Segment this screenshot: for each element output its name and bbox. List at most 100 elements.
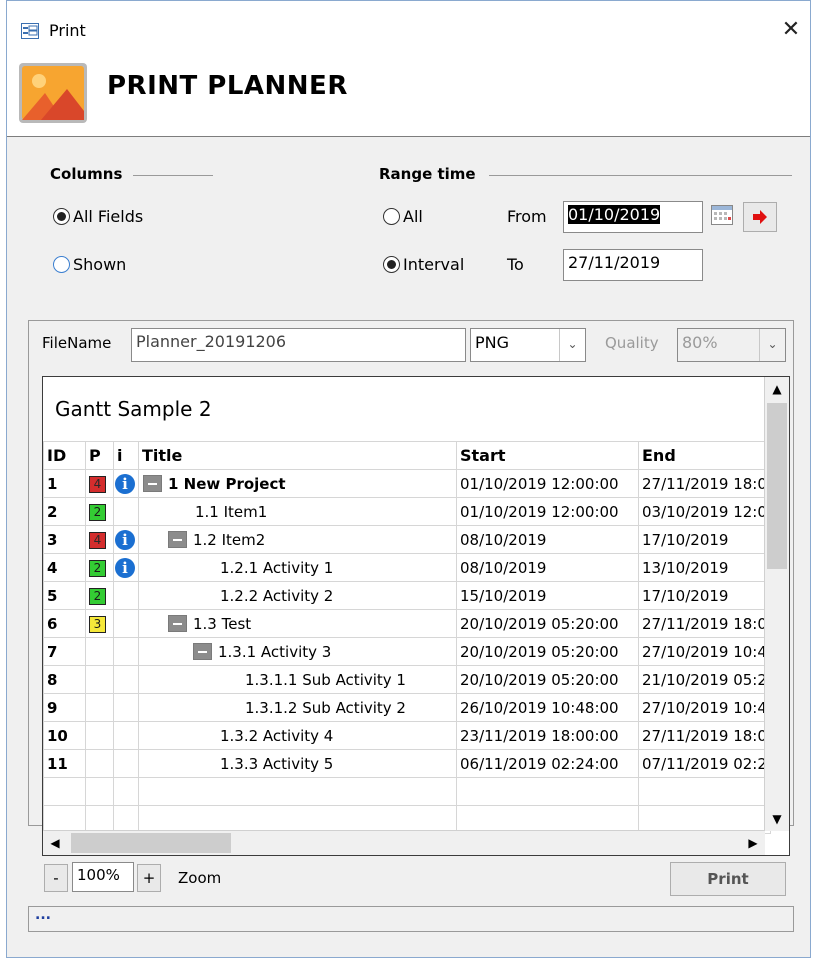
cell-end: 07/11/2019 02:2 [638,749,771,778]
cell-priority [85,693,114,722]
scroll-up-icon[interactable]: ▲ [765,377,789,401]
empty-row [43,777,771,806]
table-row[interactable]: 5 2 1.2.2 Activity 2 15/10/2019 17/10/2019 [43,581,771,610]
radio-interval-label: Interval [403,255,465,274]
table-row[interactable]: 3 4 i 1.2 Item2 08/10/2019 17/10/2019 [43,525,771,554]
col-header-priority[interactable]: P [85,441,114,470]
empty-cell [43,777,86,806]
collapse-icon[interactable] [168,614,187,632]
filename-input[interactable]: Planner_20191206 [131,328,466,362]
cell-start: 15/10/2019 [456,581,639,610]
empty-cell [456,777,639,806]
info-icon[interactable]: i [115,557,135,578]
quality-value: 80% [682,333,718,352]
cell-priority [85,665,114,694]
radio-all-fields-dot[interactable] [53,208,70,225]
from-date-value: 01/10/2019 [568,205,661,224]
cell-title: 1.3.1.2 Sub Activity 2 [138,693,457,722]
table-row[interactable]: 8 1.3.1.1 Sub Activity 1 20/10/2019 05:20:… [43,665,771,694]
cell-start: 01/10/2019 12:00:00 [456,497,639,526]
radio-range-all-dot[interactable] [383,208,400,225]
cell-priority: 4 [85,525,114,554]
col-header-start[interactable]: Start [456,441,639,470]
table-header-row: ID P i Title Start End [43,441,771,470]
table-row[interactable]: 9 1.3.1.2 Sub Activity 2 26/10/2019 10:48:… [43,693,771,722]
col-header-end[interactable]: End [638,441,771,470]
cell-priority: 4 [85,469,114,498]
collapse-icon[interactable] [168,530,187,548]
radio-interval[interactable]: Interval [383,255,464,274]
to-date-input[interactable]: 27/11/2019 [563,249,703,281]
preview-title: Gantt Sample 2 [55,397,212,421]
task-title: 1.2.1 Activity 1 [220,558,334,577]
priority-badge: 3 [89,616,106,633]
zoom-input[interactable]: 100% [72,862,134,892]
print-button[interactable]: Print [670,862,786,896]
page-title: PRINT PLANNER [107,71,348,101]
vertical-scrollbar[interactable]: ▲ ▼ [764,377,789,831]
zoom-out-button[interactable]: - [44,864,68,892]
col-header-info[interactable]: i [113,441,139,470]
radio-shown[interactable]: Shown [53,255,126,274]
table-row[interactable]: 7 1.3.1 Activity 3 20/10/2019 05:20:00 27/1… [43,637,771,666]
table-row[interactable]: 2 2 1.1 Item1 01/10/2019 12:00:00 03/10/2019… [43,497,771,526]
table-row[interactable]: 14i 1 New Project 01/10/2019 12:00:00 27/11… [43,469,771,498]
scroll-left-icon[interactable]: ◀ [43,831,67,855]
table-row[interactable]: 10 1.3.2 Activity 4 23/11/2019 18:00:00 27/… [43,721,771,750]
table-row[interactable]: 11 1.3.3 Activity 5 06/11/2019 02:24:00 07/… [43,749,771,778]
zoom-in-button[interactable]: + [137,864,161,892]
cell-title: 1.3.3 Activity 5 [138,749,457,778]
cell-end: 21/10/2019 05:2 [638,665,771,694]
scroll-down-icon[interactable]: ▼ [765,807,789,831]
form-icon [21,23,39,39]
info-icon[interactable]: i [115,529,135,550]
info-icon[interactable]: i [115,473,135,494]
from-date-input[interactable]: 01/10/2019 [563,201,703,233]
apply-range-button[interactable] [743,202,777,232]
cell-priority: 3 [85,609,114,638]
cell-title: 1.3.2 Activity 4 [138,721,457,750]
chevron-down-icon[interactable]: ⌄ [559,329,585,361]
cell-id: 5 [43,581,86,610]
cell-start: 06/11/2019 02:24:00 [456,749,639,778]
cell-id: 3 [43,525,86,554]
task-title: 1.2.2 Activity 2 [220,586,334,605]
cell-end: 17/10/2019 [638,581,771,610]
priority-badge: 2 [89,588,106,605]
task-title: 1.3.1.1 Sub Activity 1 [245,670,406,689]
collapse-icon[interactable] [143,474,162,492]
empty-cell [113,777,139,806]
cell-priority [85,749,114,778]
task-title: 1 New Project [168,474,286,493]
format-value: PNG [475,333,510,352]
table-body: 14i1 New Project 01/10/2019 12:00:00 27/11… [43,469,771,834]
radio-interval-dot[interactable] [383,256,400,273]
table-row[interactable]: 6 3 1.3 Test 20/10/2019 05:20:00 27/11/2019 … [43,609,771,638]
cell-end: 27/10/2019 10:4 [638,637,771,666]
range-divider [489,175,792,176]
cell-title: 1.2.2 Activity 2 [138,581,457,610]
radio-all-fields-label: All Fields [73,207,144,226]
cell-info [113,609,139,638]
horizontal-scrollbar[interactable]: ◀ ▶ [43,830,765,855]
vertical-scroll-thumb[interactable] [767,403,787,569]
radio-range-all-label: All [403,207,423,226]
col-header-id[interactable]: ID [43,441,86,470]
radio-shown-dot[interactable] [53,256,70,273]
format-select[interactable]: PNG ⌄ [470,328,586,362]
quality-label: Quality [605,334,659,352]
filename-label: FileName [42,334,112,352]
radio-all-fields[interactable]: All Fields [53,207,143,226]
chevron-down-icon[interactable]: ⌄ [759,329,785,361]
collapse-icon[interactable] [193,642,212,660]
table-row[interactable]: 4 2 i 1.2.1 Activity 1 08/10/2019 13/10/2019 [43,553,771,582]
cell-info [113,637,139,666]
radio-range-all[interactable]: All [383,207,423,226]
horizontal-scroll-thumb[interactable] [71,833,231,853]
calendar-icon[interactable] [711,205,733,225]
scroll-right-icon[interactable]: ▶ [741,831,765,855]
cell-info [113,749,139,778]
quality-select[interactable]: 80% ⌄ [677,328,786,362]
col-header-title[interactable]: Title [138,441,457,470]
close-button[interactable]: ✕ [778,17,804,43]
